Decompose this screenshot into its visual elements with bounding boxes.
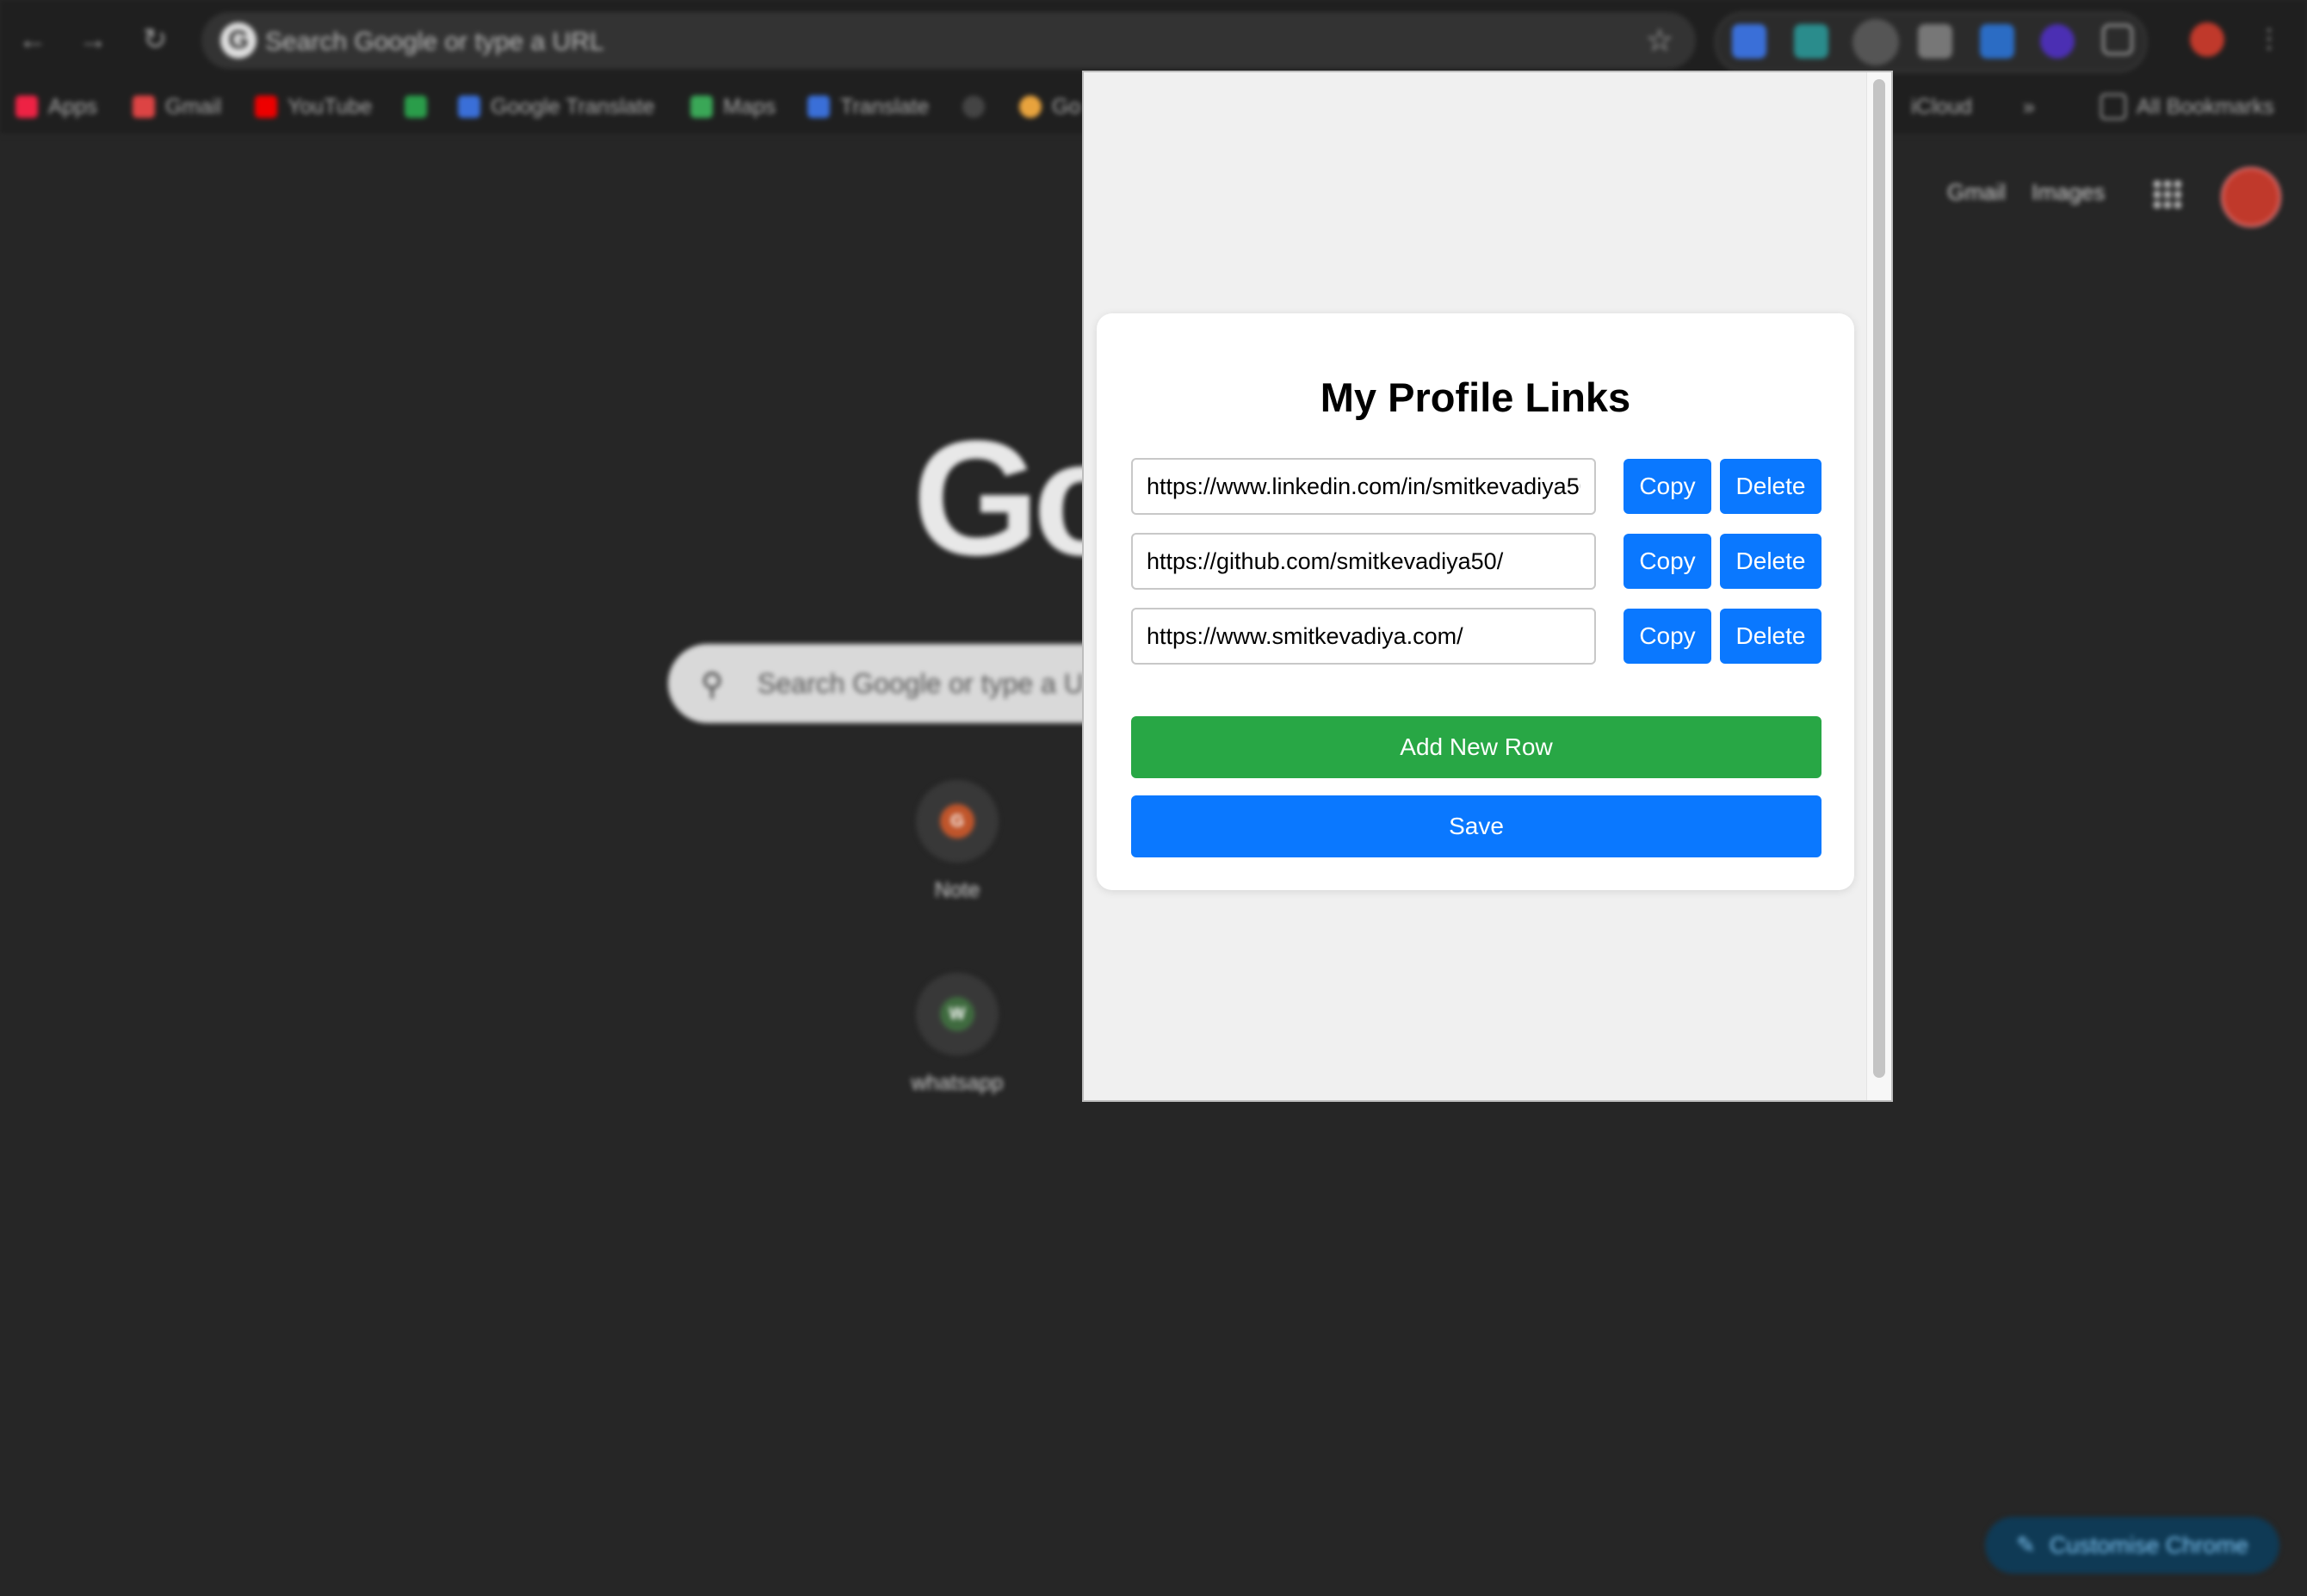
all-bookmarks[interactable]: All Bookmarks	[2100, 91, 2274, 122]
forward-arrow-icon[interactable]: →	[76, 22, 110, 57]
bookmark-gmail[interactable]: Gmail	[133, 91, 221, 122]
gmail-link[interactable]: Gmail	[1947, 179, 2006, 206]
shortcut-favicon: G	[940, 804, 974, 838]
profile-links-card: My Profile Links Copy Delete Copy Delete…	[1097, 313, 1854, 890]
link-row: Copy Delete	[1131, 533, 1821, 590]
link-url-input[interactable]	[1131, 608, 1596, 665]
popup-scrollbar[interactable]	[1866, 72, 1891, 1100]
copy-button[interactable]: Copy	[1624, 459, 1711, 514]
copy-button[interactable]: Copy	[1624, 609, 1711, 664]
gauge-icon	[962, 96, 985, 118]
gmail-icon	[133, 96, 155, 118]
browser-toolbar: ← → ↻ G Search Google or type a URL ☆ ⋮	[0, 0, 2307, 79]
bookmark-dashboard[interactable]	[962, 91, 995, 122]
shortcut-whatsapp[interactable]: W whatsapp	[880, 973, 1035, 1096]
bookmark-youtube[interactable]: YouTube	[255, 91, 372, 122]
google-icon: G	[220, 22, 257, 59]
customise-chrome-button[interactable]: ✎ Customise Chrome	[1985, 1517, 2279, 1574]
save-button[interactable]: Save	[1131, 795, 1821, 857]
apps-icon	[15, 96, 38, 118]
shortcut-favicon: W	[940, 997, 974, 1031]
profile-avatar-icon[interactable]	[2190, 22, 2224, 57]
account-avatar[interactable]	[2221, 167, 2281, 227]
delete-button[interactable]: Delete	[1720, 609, 1821, 664]
drive-icon	[405, 96, 427, 118]
scrollbar-thumb[interactable]	[1873, 79, 1885, 1078]
link-url-input[interactable]	[1131, 533, 1596, 590]
pencil-icon: ✎	[2016, 1531, 2036, 1558]
translate-icon	[458, 96, 480, 118]
extension-icon[interactable]	[1794, 24, 1828, 59]
copy-button[interactable]: Copy	[1624, 534, 1711, 589]
bookmark-maps[interactable]: Maps	[690, 91, 776, 122]
translate-icon	[807, 96, 830, 118]
menu-kebab-icon[interactable]: ⋮	[2252, 22, 2286, 57]
active-extension-icon[interactable]	[1852, 19, 1899, 65]
back-arrow-icon[interactable]: ←	[15, 22, 50, 57]
delete-button[interactable]: Delete	[1720, 534, 1821, 589]
search-icon: ⚲	[701, 666, 724, 702]
shortcut-label: whatsapp	[911, 1071, 1004, 1095]
delete-button[interactable]: Delete	[1720, 459, 1821, 514]
folder-icon	[2100, 94, 2126, 120]
extension-icon[interactable]	[2040, 24, 2075, 59]
bookmark-drive[interactable]	[405, 91, 437, 122]
bookmark-star-icon[interactable]: ☆	[1646, 22, 1673, 59]
reload-icon[interactable]: ↻	[138, 22, 172, 57]
bookmark-apps[interactable]: Apps	[15, 91, 97, 122]
bookmark-icloud[interactable]: iCloud	[1911, 91, 1972, 122]
puzzle-extensions-icon[interactable]	[2102, 24, 2133, 55]
images-link[interactable]: Images	[2032, 179, 2105, 206]
google-apps-icon[interactable]	[2152, 179, 2181, 208]
bookmark-google-translate[interactable]: Google Translate	[458, 91, 654, 122]
maps-icon	[690, 96, 713, 118]
bookmark-translate[interactable]: Translate	[807, 91, 929, 122]
address-bar[interactable]: G Search Google or type a URL ☆	[201, 12, 1696, 69]
youtube-icon	[255, 96, 277, 118]
add-new-row-button[interactable]: Add New Row	[1131, 716, 1821, 778]
shortcut-label: Note	[934, 878, 980, 902]
shortcut-note[interactable]: G Note	[880, 780, 1035, 903]
link-url-input[interactable]	[1131, 458, 1596, 515]
chrome-icon	[1019, 96, 1042, 118]
address-bar-placeholder: Search Google or type a URL	[265, 28, 604, 56]
search-placeholder: Search Google or type a U	[758, 668, 1084, 699]
extension-icon[interactable]	[1918, 24, 1952, 59]
more-bookmarks-chevron-icon[interactable]: »	[2023, 91, 2035, 122]
link-row: Copy Delete	[1131, 608, 1821, 665]
popup-title: My Profile Links	[1320, 374, 1631, 420]
bookmark-google[interactable]: Go	[1019, 91, 1080, 122]
extension-icon[interactable]	[1980, 24, 2014, 59]
extension-popup: My Profile Links Copy Delete Copy Delete…	[1082, 71, 1893, 1102]
link-row: Copy Delete	[1131, 458, 1821, 515]
extensions-tray	[1715, 12, 2147, 72]
translate-extension-icon[interactable]	[1732, 24, 1766, 59]
